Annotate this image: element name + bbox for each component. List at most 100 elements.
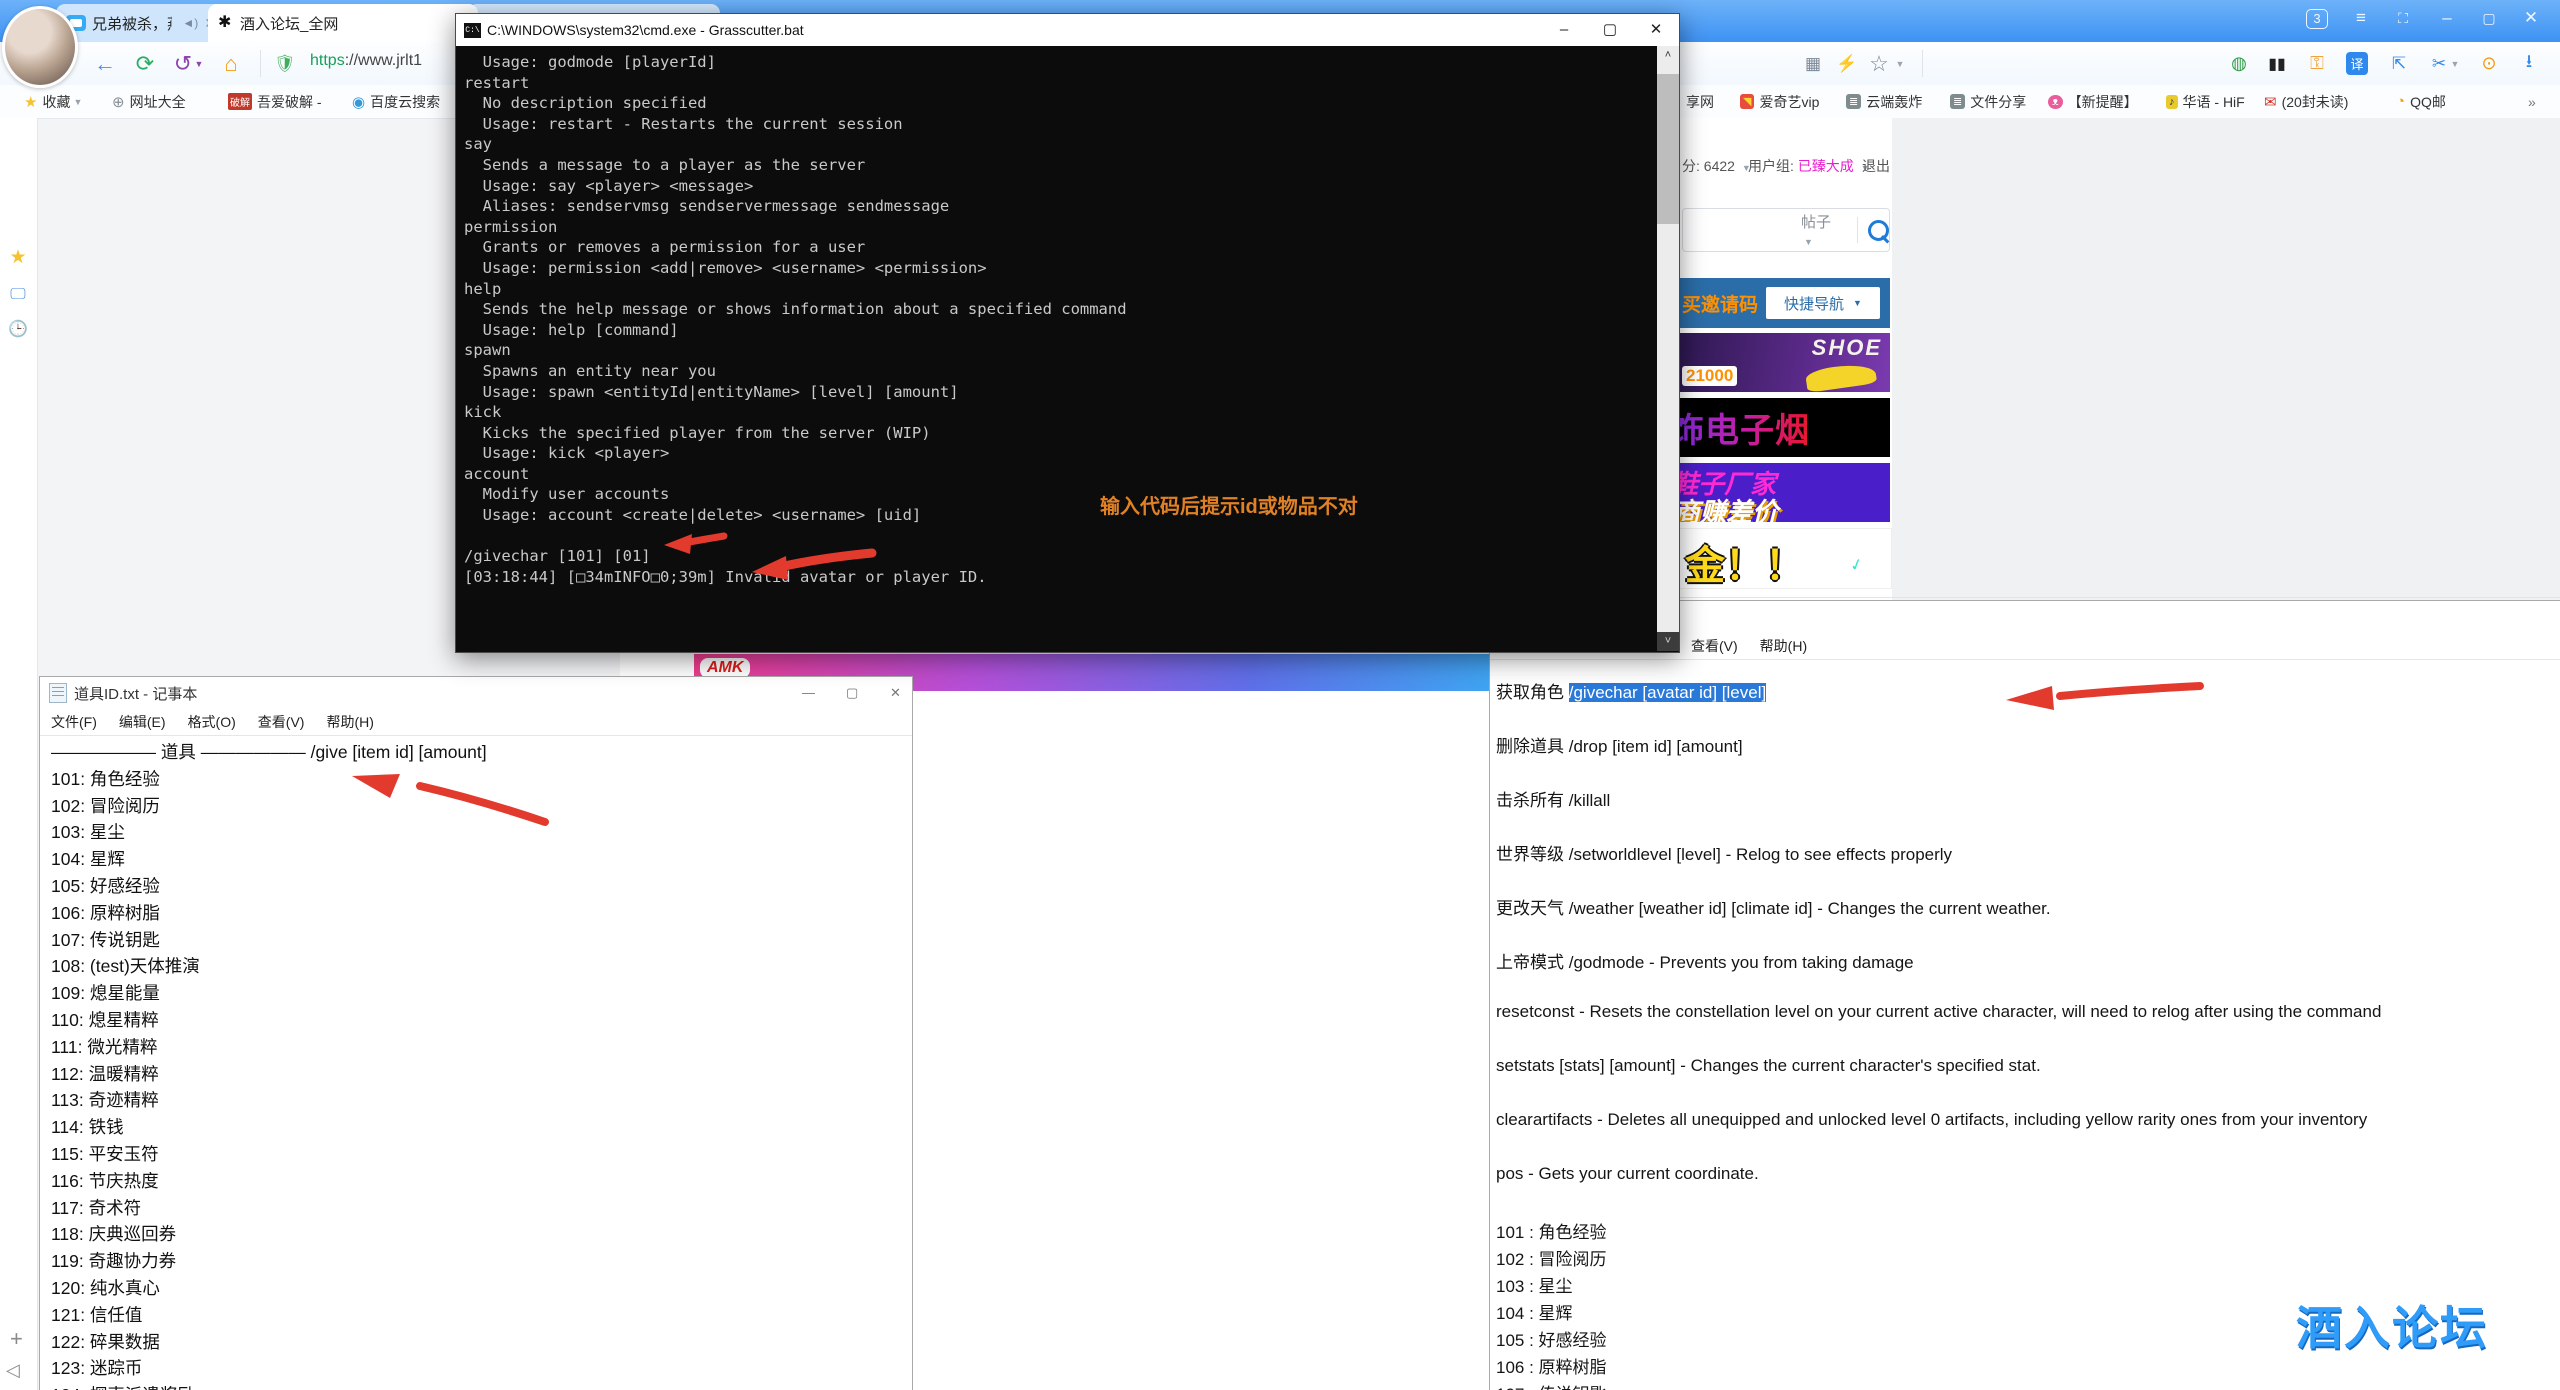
bookmark-iqiyi[interactable]: ◥ 爱奇艺vip (1740, 85, 1819, 118)
quick-nav-button[interactable]: 快捷导航▼ (1766, 287, 1880, 319)
browser-profile-avatar[interactable] (2, 6, 78, 88)
seal-icon: 破解 (228, 93, 252, 110)
list-icon: ≣ (1846, 94, 1861, 109)
favorite-star-icon[interactable]: ☆ (1862, 42, 1896, 85)
command-line: setstats [stats] [amount] - Changes the … (1496, 1056, 2041, 1076)
download-icon[interactable]: ⭳ (2512, 42, 2546, 85)
cmd-scrollbar[interactable]: ˄ ˅ (1657, 46, 1679, 651)
selected-command-text[interactable]: /givechar [avatar id] [level] (1569, 683, 1766, 702)
tab-count-badge[interactable]: 3 (2306, 9, 2328, 29)
bookmark-cloud-bomb[interactable]: ≣ 云端轰炸 (1846, 85, 1922, 118)
history-clock-icon[interactable]: 🕒 (7, 319, 29, 341)
shield-icon[interactable]: 🛡 (268, 42, 302, 85)
star-caret-icon[interactable]: ▼ (1892, 42, 1908, 85)
menu-format[interactable]: 格式(O) (188, 712, 236, 732)
menu-view[interactable]: 查看(V) (258, 712, 305, 732)
refresh-icon[interactable]: ⟳ (128, 42, 162, 85)
expand-plus-icon[interactable]: + (10, 1326, 23, 1352)
bookmark-52pojie[interactable]: 破解 吾爱破解 - (228, 85, 322, 118)
bookmark-qq-mail[interactable]: ◔ QQ邮 (2396, 85, 2446, 118)
more-tools-icon[interactable]: ⊙ (2472, 42, 2506, 85)
item-id-row: 114: 铁钱 (51, 1114, 908, 1141)
cmd-window: C:\ C:\WINDOWS\system32\cmd.exe - Grassc… (455, 13, 1680, 653)
notepad-close-button[interactable]: ✕ (890, 685, 901, 701)
bookmark-baiduyun[interactable]: ◉ 百度云搜索 (352, 85, 440, 118)
toolbar-divider (1922, 50, 1923, 77)
ad-banner-factory[interactable]: 鞋子厂家 商赚差价 (1678, 463, 1890, 522)
notepad-title-bar[interactable]: 道具ID.txt - 记事本 — ▢ ✕ (40, 677, 912, 709)
menu-help[interactable]: 帮助(H) (1760, 636, 1807, 656)
bookmark-notice[interactable]: ᴥ 【新提醒】 (2048, 85, 2138, 118)
cmd-title-bar[interactable]: C:\ C:\WINDOWS\system32\cmd.exe - Grassc… (456, 14, 1679, 46)
idm-globe-icon[interactable]: ◍ (2222, 42, 2256, 85)
tab-forum-active[interactable]: ✱ 酒入论坛_全网 (208, 4, 478, 42)
command-line: 上帝模式 /godmode - Prevents you from taking… (1496, 948, 1914, 973)
bookmark-favorites[interactable]: ★ 收藏 ▼ (24, 85, 82, 118)
skin-icon[interactable]: ⛶ (2390, 6, 2416, 30)
ad-text: 金！！ (1685, 533, 1805, 589)
bookmark-share[interactable]: 享网 (1686, 85, 1714, 118)
notepad-maximize-button[interactable]: ▢ (846, 685, 858, 701)
invite-code-link[interactable]: 买邀请码 (1682, 290, 1758, 317)
logout-link[interactable]: 退出 (1862, 156, 1890, 176)
ad-banner-shoe[interactable]: SHOE 21000 (1678, 333, 1890, 392)
cmd-output-text: Usage: godmode [playerId] restart No des… (464, 52, 1127, 587)
window-maximize-button[interactable]: ▢ (2476, 6, 2502, 30)
reader-icon[interactable]: ▮▮ (2260, 42, 2294, 85)
bookmarks-overflow-chevrons[interactable]: » (2528, 85, 2536, 118)
notepad-window-commands: 查看(V) 帮助(H) (1489, 600, 2560, 1390)
bookmark-file-share[interactable]: ≣ 文件分享 (1950, 85, 2026, 118)
content-divider (1678, 597, 2560, 598)
bookmark-label: 爱奇艺vip (1759, 92, 1819, 112)
cmd-minimize-button[interactable]: – (1541, 14, 1587, 46)
cmd-close-button[interactable]: ✕ (1633, 14, 1679, 46)
bookmark-hifi[interactable]: ♪ 华语 - HiF (2166, 85, 2245, 118)
item-id-row: 112: 温暖精粹 (51, 1061, 908, 1088)
qr-code-icon[interactable]: ▦ (1796, 42, 1830, 85)
home-icon[interactable]: ⌂ (214, 42, 248, 85)
send-to-phone-icon[interactable]: ⇱ (2382, 42, 2416, 85)
menu-view[interactable]: 查看(V) (1691, 636, 1738, 656)
page-gutter (1892, 118, 2560, 601)
forum-search-box[interactable]: 帖子 ▼ (1682, 208, 1890, 252)
collapse-panel-icon[interactable]: ◁ (6, 1360, 20, 1381)
key-icon[interactable]: ⚿ (2300, 42, 2334, 85)
tab-video[interactable]: 兄弟被杀，燕双鹰火 ◄) ✕ (56, 4, 226, 42)
chevrons-icon: » (2528, 94, 2536, 110)
tab-label: 酒入论坛_全网 (240, 13, 338, 34)
notepad-text-area[interactable]: —————— 道具 —————— /give [item id] [amount… (51, 739, 908, 1390)
ad-banner-ecig[interactable]: 饰电子烟 (1678, 398, 1890, 457)
ad-banner-gold[interactable]: 金！！ ✓ (1678, 528, 1892, 589)
ad-text: SHOE (1812, 335, 1882, 361)
notepad-minimize-button[interactable]: — (802, 685, 815, 700)
window-close-button[interactable]: ✕ (2518, 6, 2544, 30)
group-value[interactable]: 已臻大成 (1798, 158, 1854, 174)
menu-help[interactable]: 帮助(H) (326, 712, 373, 732)
cmd-maximize-button[interactable]: ▢ (1587, 14, 1633, 46)
bookmark-mail-unread[interactable]: ✉ (20封未读) (2264, 85, 2348, 118)
bookmark-label: 享网 (1686, 92, 1714, 112)
scroll-up-icon[interactable]: ˄ (1657, 46, 1679, 65)
back-icon[interactable]: ← (88, 42, 122, 85)
item-id-row: 122: 碎果数据 (51, 1329, 908, 1356)
scissors-caret-icon[interactable]: ▼ (2448, 42, 2462, 85)
scrollbar-thumb[interactable] (1657, 74, 1679, 224)
forum-search-icon[interactable] (1868, 220, 1889, 241)
address-bar[interactable]: https://www.jrlt1 (310, 52, 455, 70)
speaker-icon[interactable]: ◄) (182, 16, 198, 30)
menu-file[interactable]: 文件(F) (51, 712, 97, 732)
undo-caret-icon[interactable]: ▼ (192, 42, 206, 85)
scroll-down-icon[interactable]: ˅ (1657, 632, 1679, 651)
translate-icon[interactable]: 译 (2340, 42, 2374, 85)
item-id-row: 103: 星尘 (51, 819, 908, 846)
search-category-dropdown[interactable]: 帖子 ▼ (1801, 211, 1847, 249)
item-id-row: 101: 角色经验 (51, 766, 908, 793)
menu-icon[interactable]: ≡ (2348, 6, 2374, 30)
monitor-icon[interactable]: 🖵 (7, 284, 29, 306)
menu-edit[interactable]: 编辑(E) (119, 712, 166, 732)
favorites-star-icon[interactable]: ★ (7, 247, 29, 269)
flash-icon[interactable]: ⚡ (1830, 42, 1864, 85)
bookmark-sites[interactable]: ⊕ 网址大全 (112, 85, 186, 118)
item-id-row: 108: (test)天体推演 (51, 953, 908, 980)
window-minimize-button[interactable]: – (2434, 6, 2460, 30)
